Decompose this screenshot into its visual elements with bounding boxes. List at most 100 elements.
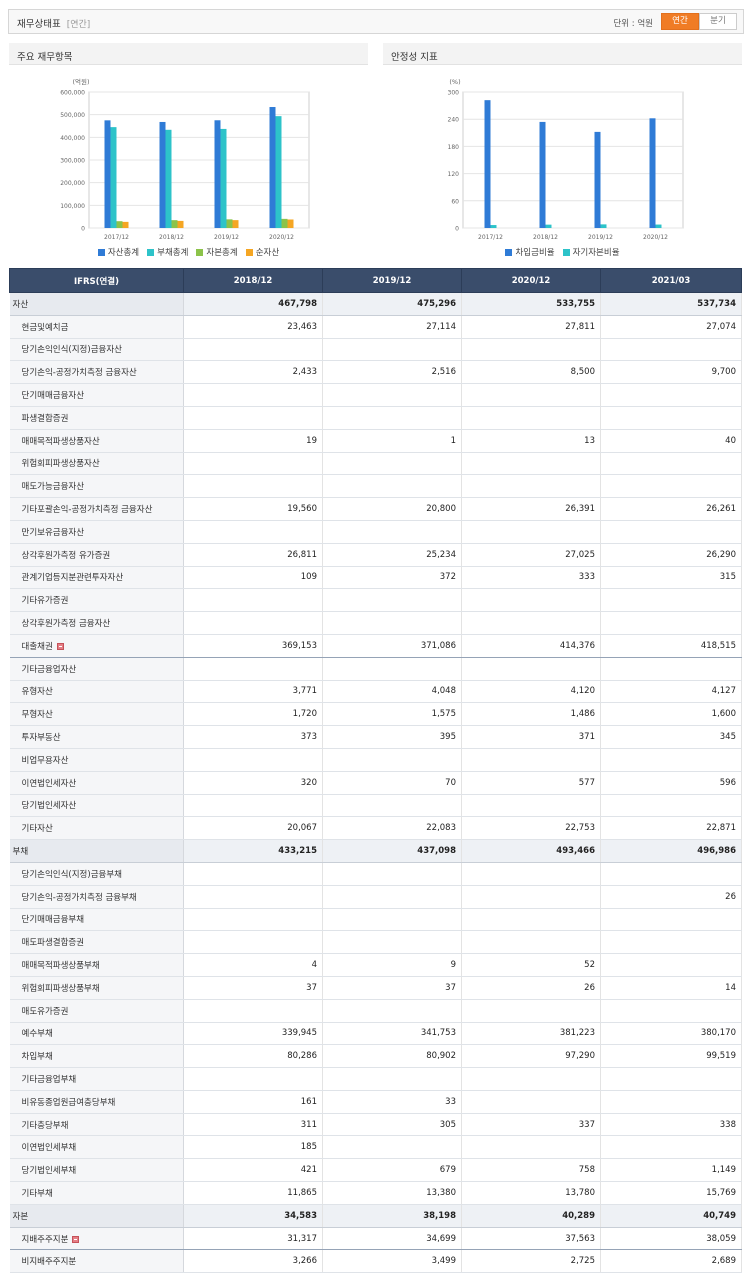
legend-item[interactable]: 순자산 bbox=[245, 246, 279, 258]
row-value: 20,800 bbox=[322, 497, 462, 521]
header-2021-03: 2021/03 bbox=[600, 268, 742, 293]
row-value bbox=[461, 908, 601, 932]
row-label[interactable]: 대출채권 bbox=[9, 634, 184, 658]
bar-부채총계 bbox=[275, 116, 282, 228]
row-value bbox=[183, 520, 323, 544]
row-label-text: 기타자산 bbox=[21, 824, 53, 835]
bar-자산총계 bbox=[159, 121, 166, 228]
row-value: 80,902 bbox=[322, 1044, 462, 1069]
row-value bbox=[322, 452, 462, 476]
expand-plus-icon[interactable] bbox=[56, 642, 64, 650]
row-value: 40 bbox=[600, 429, 742, 453]
row-label: 당기손익-공정가치측정 금융자산 bbox=[9, 360, 184, 385]
y-tick-label: 500,000 bbox=[60, 112, 85, 119]
bar-차입금비율 bbox=[539, 121, 546, 228]
legend-label: 부채총계 bbox=[157, 248, 189, 258]
row-value: 475,296 bbox=[322, 292, 462, 316]
bar-순자산 bbox=[122, 221, 129, 228]
row-value bbox=[322, 908, 462, 932]
legend-label: 자본총계 bbox=[206, 248, 238, 258]
row-value: 345 bbox=[600, 725, 742, 749]
bar-부채총계 bbox=[110, 127, 117, 228]
table-row: 당기손익인식(지정)금융부채 bbox=[9, 862, 742, 886]
bar-순자산 bbox=[232, 220, 239, 228]
table-row: 당기손익-공정가치측정 금융부채 26 bbox=[9, 885, 742, 909]
bar-차입금비율 bbox=[649, 118, 656, 228]
legend-swatch bbox=[245, 248, 253, 256]
legend-item[interactable]: 부채총계 bbox=[147, 246, 188, 258]
table-header-row: IFRS(연결) 2018/12 2019/12 2020/12 2021/03 bbox=[9, 268, 742, 293]
expand-plus-icon[interactable] bbox=[72, 1235, 80, 1243]
row-value bbox=[322, 1135, 462, 1160]
bar-자기자본비율 bbox=[545, 224, 552, 228]
row-value bbox=[183, 657, 323, 681]
row-value bbox=[600, 862, 742, 886]
y-tick-label: 0 bbox=[455, 226, 459, 233]
row-label-text: 매도유가증권 bbox=[21, 1006, 69, 1017]
table-row: 기타포괄손익-공정가치측정 금융자산 19,560 20,800 26,391 26,2… bbox=[9, 497, 742, 521]
table-row: 대출채권 369,153 371,086 414,376 418,515 bbox=[9, 634, 742, 658]
row-label: 당기손익-공정가치측정 금융부채 bbox=[9, 885, 184, 909]
statement-header: 재무상태표 [연간] 단위 : 억원 연간 분기 bbox=[8, 9, 744, 34]
row-value bbox=[600, 338, 742, 362]
row-value: 418,515 bbox=[600, 634, 742, 658]
row-value bbox=[183, 338, 323, 362]
row-label: 비업무용자산 bbox=[9, 748, 184, 772]
row-value: 2,516 bbox=[322, 360, 462, 385]
table-row: 기타금융업부채 bbox=[9, 1067, 742, 1091]
row-value bbox=[183, 908, 323, 932]
row-value bbox=[600, 1090, 742, 1114]
row-label-text: 차입부채 bbox=[21, 1052, 53, 1063]
row-value: 341,753 bbox=[322, 1022, 462, 1046]
legend-item[interactable]: 자산총계 bbox=[97, 246, 139, 258]
row-value bbox=[322, 383, 462, 407]
row-value bbox=[461, 474, 601, 499]
row-value bbox=[183, 611, 323, 635]
row-value: 27,114 bbox=[322, 315, 462, 339]
row-label: 위험회피파생상품자산 bbox=[9, 452, 184, 476]
row-label: 만기보유금융자산 bbox=[9, 520, 184, 544]
table-row: 기타부채 11,865 13,380 13,780 15,769 bbox=[9, 1181, 742, 1205]
table-row: 당기법인세부채 421 679 758 1,149 bbox=[9, 1158, 742, 1183]
bar-자산총계 bbox=[214, 120, 221, 228]
legend-item[interactable]: 자기자본비율 bbox=[562, 246, 620, 258]
major-items-chart-title: 주요 재무항목 bbox=[9, 43, 368, 65]
row-value: 40,289 bbox=[461, 1204, 601, 1228]
row-value: 27,025 bbox=[461, 543, 601, 567]
table-row: 매도가능금융자산 bbox=[9, 474, 742, 499]
legend-item[interactable]: 차입금비율 bbox=[505, 246, 555, 258]
row-value: 372 bbox=[322, 566, 462, 590]
row-value bbox=[600, 1135, 742, 1160]
legend-item[interactable]: 자본총계 bbox=[196, 246, 238, 258]
quarter-button[interactable]: 분기 bbox=[699, 13, 737, 30]
y-tick-label: 300 bbox=[448, 90, 460, 97]
table-row: 단기매매금융자산 bbox=[9, 383, 742, 407]
stability-chart-title: 안정성 지표 bbox=[383, 43, 742, 65]
row-value: 38,198 bbox=[322, 1204, 462, 1228]
y-tick-label: 400,000 bbox=[60, 135, 85, 142]
row-value bbox=[183, 588, 323, 613]
row-value bbox=[322, 474, 462, 499]
statement-title: 재무상태표 [연간] bbox=[17, 16, 90, 30]
y-tick-label: 0 bbox=[81, 226, 85, 233]
row-value: 33 bbox=[322, 1090, 462, 1114]
row-value bbox=[322, 748, 462, 772]
row-value bbox=[461, 999, 601, 1023]
row-label: 파생결합증권 bbox=[9, 406, 184, 430]
period-toggle: 연간 분기 bbox=[661, 13, 737, 30]
row-label-text: 이연법인세자산 bbox=[21, 778, 77, 789]
row-value: 533,755 bbox=[461, 292, 601, 316]
table-row: 차입부채 80,286 80,902 97,290 99,519 bbox=[9, 1044, 742, 1069]
row-value: 34,699 bbox=[322, 1227, 462, 1251]
row-label: 상각후원가측정 유가증권 bbox=[9, 543, 184, 567]
annual-button[interactable]: 연간 bbox=[661, 13, 699, 30]
bar-자산총계 bbox=[104, 120, 111, 228]
row-value bbox=[461, 657, 601, 681]
row-value: 13 bbox=[461, 429, 601, 453]
table-row: 이연법인세부채 185 bbox=[9, 1135, 742, 1160]
row-label[interactable]: 지배주주지분 bbox=[9, 1227, 184, 1251]
row-label-text: 현금및예치금 bbox=[21, 322, 69, 333]
legend-swatch bbox=[147, 248, 155, 256]
y-axis-label: (억원) bbox=[72, 77, 89, 86]
row-label-text: 기타충당부채 bbox=[21, 1120, 69, 1131]
